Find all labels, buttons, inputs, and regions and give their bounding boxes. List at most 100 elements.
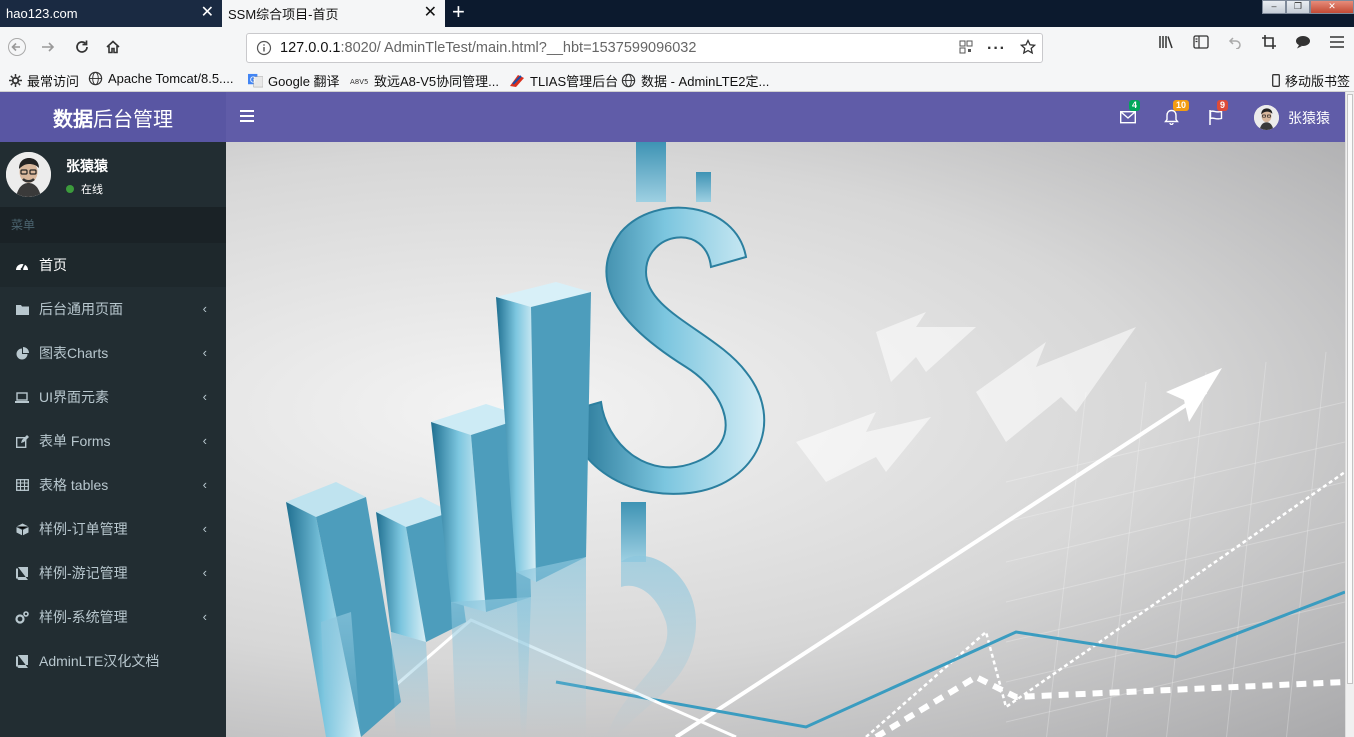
cogs-icon [15, 610, 29, 624]
flag-icon [1209, 110, 1223, 125]
mobile-icon [1272, 74, 1280, 87]
menu-icon[interactable] [1320, 36, 1354, 48]
envelope-icon [1119, 110, 1137, 124]
chevron-left-icon: ‹ [202, 301, 207, 316]
folder-icon [15, 302, 29, 316]
chevron-left-icon: ‹ [202, 389, 207, 404]
mobile-bookmarks[interactable]: 移动版书签 [1272, 71, 1350, 90]
library-icon[interactable] [1150, 35, 1184, 49]
globe-icon [621, 73, 636, 88]
qr-code-icon[interactable] [959, 40, 973, 57]
tab-title: hao123.com [6, 6, 78, 21]
globe-icon [88, 71, 103, 86]
minimize-icon[interactable]: – [1262, 0, 1286, 14]
sidebar-item-ui-elements[interactable]: UI界面元素 ‹ [0, 375, 226, 419]
app-logo[interactable]: 数据 后台管理 [0, 92, 226, 142]
chevron-left-icon: ‹ [202, 609, 207, 624]
home-icon[interactable] [101, 35, 125, 59]
messages-count-badge: 4 [1129, 100, 1141, 111]
page-scrollbar[interactable] [1345, 92, 1354, 737]
bookmark-item[interactable]: 数据 - AdminLTE2定... [621, 71, 769, 90]
url-text: 127.0.0.1:8020/ AdminTleTest/main.html?_… [280, 40, 697, 56]
tab-title: SSM综合项目-首页 [228, 7, 339, 22]
sidebar-menu: 首页 后台通用页面 ‹ 图表Charts ‹ UI界面元素 ‹ 表单 Forms… [0, 243, 226, 683]
online-dot-icon [66, 185, 74, 193]
svg-text:A8V5: A8V5 [350, 78, 368, 86]
site-info-icon[interactable] [256, 40, 272, 56]
bookmark-item[interactable]: Apache Tomcat/8.5.... [88, 71, 234, 86]
chevron-left-icon: ‹ [202, 433, 207, 448]
sidebar-item-docs[interactable]: AdminLTE汉化文档 [0, 639, 226, 683]
bookmark-star-icon[interactable] [1019, 38, 1037, 58]
edit-icon [15, 434, 29, 448]
cube-icon [15, 522, 29, 536]
bookmark-item[interactable]: G Google 翻译 [248, 71, 340, 90]
reload-icon[interactable] [70, 35, 94, 59]
window-close-icon[interactable]: ✕ [1310, 0, 1354, 14]
sidebar-item-tables[interactable]: 表格 tables ‹ [0, 463, 226, 507]
dashboard-icon [15, 258, 29, 272]
seeyon-icon: A8V5 [350, 78, 368, 86]
chevron-left-icon: ‹ [202, 521, 207, 536]
sidebar-toggle-icon[interactable] [240, 110, 254, 122]
pie-chart-icon [15, 346, 29, 360]
sidebar-item-charts[interactable]: 图表Charts ‹ [0, 331, 226, 375]
user-menu[interactable]: 张猿猿 [1254, 105, 1330, 130]
book-icon [15, 566, 29, 580]
maximize-icon[interactable]: ❐ [1286, 0, 1310, 14]
sidebar-item-home[interactable]: 首页 [0, 243, 226, 287]
bookmarks-bar: 最常访问 Apache Tomcat/8.5.... G Google 翻译 A… [0, 68, 1354, 92]
chevron-left-icon: ‹ [202, 565, 207, 580]
scrollbar-thumb[interactable] [1347, 94, 1353, 684]
browser-toolbar: 127.0.0.1:8020/ AdminTleTest/main.html?_… [0, 27, 1354, 68]
notifications-count-badge: 10 [1173, 100, 1190, 111]
bookmark-item[interactable]: 最常访问 [9, 71, 79, 90]
finance-banner-illustration [286, 142, 1345, 737]
new-tab-icon[interactable]: + [452, 1, 465, 23]
user-status[interactable]: 在线 [66, 181, 103, 197]
sidebar: 数据 后台管理 张猿猿 在线 菜单 首页 后台通用页面 ‹ 图表Charts ‹… [0, 92, 226, 737]
tasks-button[interactable]: 9 [1208, 100, 1229, 126]
forward-icon[interactable] [36, 35, 60, 59]
sidebar-item-travel-notes[interactable]: 样例-游记管理 ‹ [0, 551, 226, 595]
chevron-left-icon: ‹ [202, 345, 207, 360]
window-controls: – ❐ ✕ [1262, 0, 1354, 14]
close-tab-icon[interactable]: ✕ [201, 4, 214, 22]
top-navbar: 4 10 9 张猿猿 [226, 92, 1345, 142]
tasks-count-badge: 9 [1217, 100, 1229, 111]
back-icon[interactable] [5, 35, 29, 59]
user-panel: 张猿猿 在线 [0, 142, 226, 207]
user-menu-name: 张猿猿 [1288, 109, 1330, 126]
translate-icon: G [248, 73, 263, 88]
sidebar-item-common-pages[interactable]: 后台通用页面 ‹ [0, 287, 226, 331]
notifications-button[interactable]: 10 [1164, 100, 1190, 126]
user-name: 张猿猿 [66, 158, 108, 174]
svg-text:G: G [250, 75, 256, 84]
browser-tab-bar: hao123.com ✕ SSM综合项目-首页 ✕ + – ❐ ✕ [0, 0, 1354, 27]
browser-tab-hao123[interactable]: hao123.com ✕ [0, 0, 222, 27]
messages-button[interactable]: 4 [1119, 100, 1141, 126]
menu-header: 菜单 [0, 207, 226, 243]
chat-icon[interactable] [1286, 35, 1320, 49]
close-tab-icon[interactable]: ✕ [424, 4, 437, 22]
sidebar-item-system[interactable]: 样例-系统管理 ‹ [0, 595, 226, 639]
sidebar-item-forms[interactable]: 表单 Forms ‹ [0, 419, 226, 463]
undo-icon[interactable] [1218, 35, 1252, 49]
toolbar-right [1150, 35, 1354, 49]
bookmark-item[interactable]: TLIAS管理后台 [509, 71, 618, 90]
crop-icon[interactable] [1252, 35, 1286, 49]
sidebar-toggle-icon[interactable] [1184, 35, 1218, 49]
tlias-icon [510, 74, 524, 87]
avatar [6, 152, 51, 197]
sidebar-item-orders[interactable]: 样例-订单管理 ‹ [0, 507, 226, 551]
chevron-left-icon: ‹ [202, 477, 207, 492]
page-actions-icon[interactable]: ··· [987, 40, 1006, 58]
address-bar[interactable]: 127.0.0.1:8020/ AdminTleTest/main.html?_… [246, 33, 1043, 63]
bell-icon [1164, 109, 1179, 126]
avatar [1254, 105, 1279, 130]
laptop-icon [15, 390, 29, 404]
gear-icon [9, 74, 22, 87]
bookmark-item[interactable]: A8V5 致远A8-V5协同管理... [350, 71, 499, 90]
browser-tab-active[interactable]: SSM综合项目-首页 ✕ [222, 0, 445, 27]
table-icon [15, 478, 29, 492]
